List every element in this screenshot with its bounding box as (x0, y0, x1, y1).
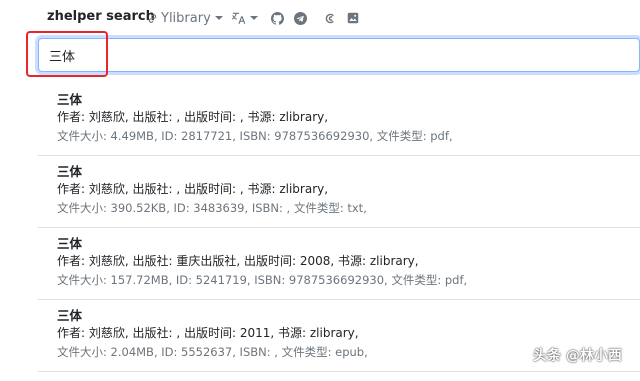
result-meta: 作者: 刘慈欣, 出版社: , 出版时间: , 书源: zlibrary, (57, 110, 329, 124)
result-meta: 作者: 刘慈欣, 出版社: 重庆出版社, 出版时间: 2008, 书源: zli… (57, 254, 419, 268)
chevron-down-icon (214, 16, 223, 20)
result-title[interactable]: 三体 (57, 235, 640, 252)
chevron-down-icon (250, 16, 258, 20)
result-title[interactable]: 三体 (57, 163, 640, 180)
opencollective-icon[interactable] (322, 10, 338, 26)
result-title[interactable]: 三体 (57, 91, 640, 108)
result-info: 文件大小: 157.72MB, ID: 5241719, ISBN: 97875… (57, 273, 468, 287)
result-meta: 作者: 刘慈欣, 出版社: , 出版时间: 2011, 书源: zlibrary… (57, 326, 359, 340)
github-icon[interactable] (269, 10, 285, 26)
result-item[interactable]: 三体 作者: 刘慈欣, 出版社: , 出版时间: , 书源: zlibrary,… (38, 156, 640, 228)
search-bar (38, 38, 640, 72)
watermark: 头条 @林小西 (533, 348, 622, 364)
translate-icon (232, 11, 246, 25)
top-navbar: zhelper search Ylibrary (0, 0, 640, 36)
link-icon (147, 13, 158, 24)
result-info: 文件大小: 4.49MB, ID: 2817721, ISBN: 9787536… (57, 129, 453, 143)
library-label: Ylibrary (161, 10, 211, 26)
telegram-icon[interactable] (292, 10, 308, 26)
search-input[interactable] (38, 38, 640, 72)
library-dropdown[interactable]: Ylibrary (147, 9, 223, 27)
result-info: 文件大小: 390.52KB, ID: 3483639, ISBN: , 文件类… (57, 201, 367, 215)
result-item[interactable]: 三体 作者: 刘慈欣, 出版社: , 出版时间: , 书源: zlibrary,… (38, 84, 640, 156)
result-title[interactable]: 三体 (57, 307, 640, 324)
brand-title[interactable]: zhelper search (47, 9, 155, 24)
results-list: 三体 作者: 刘慈欣, 出版社: , 出版时间: , 书源: zlibrary,… (38, 84, 640, 372)
image-icon[interactable] (345, 10, 361, 26)
result-item[interactable]: 三体 作者: 刘慈欣, 出版社: 重庆出版社, 出版时间: 2008, 书源: … (38, 228, 640, 300)
result-meta: 作者: 刘慈欣, 出版社: , 出版时间: , 书源: zlibrary, (57, 182, 329, 196)
language-dropdown[interactable] (232, 9, 258, 27)
